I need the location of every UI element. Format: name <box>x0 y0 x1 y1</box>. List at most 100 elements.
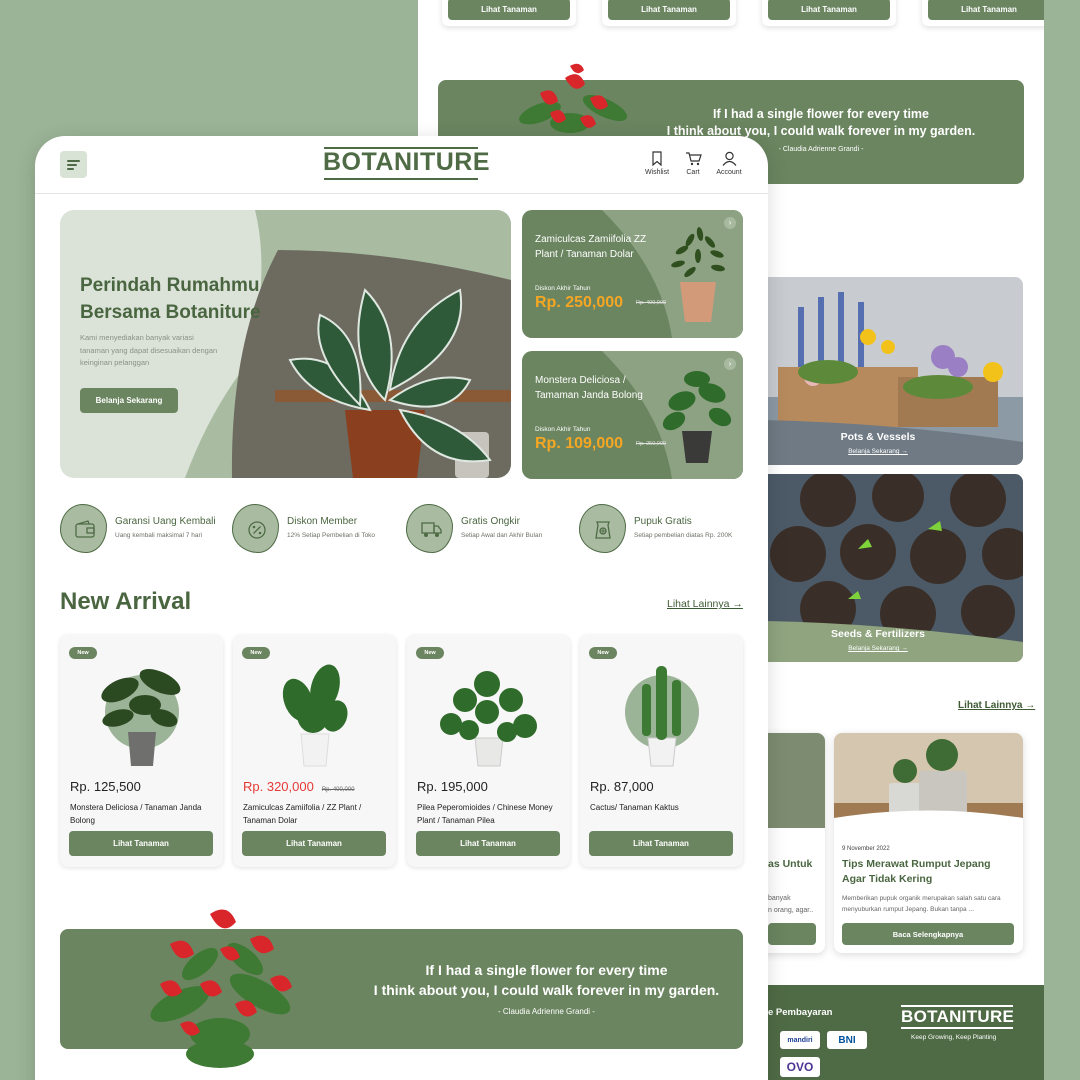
promo-old-price: Rp. 400,000 <box>636 300 666 306</box>
product-price: Rp. 195,000 <box>417 779 488 794</box>
promo-title: Zamiculcas Zamiifolia ZZ Plant / Tanaman… <box>535 234 647 260</box>
price-value: Rp. 87,000 <box>590 779 654 794</box>
price-value: Rp. 125,500 <box>70 779 141 794</box>
product-card[interactable]: New Rp. 195,000 Pilea Peperomioides / Ch… <box>407 635 570 867</box>
feature-free-fertilizer: Pupuk Gratis Setiap pembelian diatas Rp.… <box>579 504 744 554</box>
view-plant-button[interactable]: Lihat Tanaman <box>448 0 570 20</box>
section-title: New Arrival <box>60 588 192 615</box>
feature-badge <box>60 504 107 553</box>
blog-title: Tips Merawat Rumput Jepang Agar Tidak Ke… <box>842 858 991 885</box>
view-plant-button[interactable]: Lihat Tanaman <box>242 831 386 856</box>
shop-now-link[interactable]: Belanja Sekarang → <box>758 448 998 455</box>
view-plant-button[interactable]: Lihat Tanaman <box>768 0 890 20</box>
main-page: BOTANITURE Wishlist Cart Account Perinda… <box>35 136 768 1080</box>
product-card[interactable]: New Rp. 320,000 Rp. 400,000 Zamiculcas Za… <box>233 635 396 867</box>
back-product-card: Lihat Tanaman <box>602 0 736 26</box>
shop-now-button[interactable]: Belanja Sekarang <box>80 388 178 413</box>
new-badge: New <box>242 647 270 659</box>
view-plant-button[interactable]: Lihat Tanaman <box>608 0 730 20</box>
monstera-plant-image <box>101 669 181 766</box>
navbar: BOTANITURE Wishlist Cart Account <box>35 136 768 194</box>
logo-line <box>324 178 478 180</box>
feature-free-shipping: Gratis Ongkir Setiap Awal dan Akhir Bula… <box>406 504 571 554</box>
cart-button[interactable]: Cart <box>673 151 713 176</box>
footer-brand-line <box>901 1005 1013 1007</box>
footer-brand: BOTANITURE <box>901 1007 1015 1026</box>
view-plant-button[interactable]: Lihat Tanaman <box>69 831 213 856</box>
promo-card-monstera[interactable]: › Monstera Deliciosa / Tamaman Janda Bol… <box>522 351 743 479</box>
see-more-link[interactable]: Lihat Lainnya → <box>958 700 1035 711</box>
feature-title: Garansi Uang Kembali <box>115 516 216 527</box>
category-label: Pots & Vessels <box>840 431 916 443</box>
fertilizer-icon <box>595 521 611 539</box>
pilea-plant-image <box>440 671 537 767</box>
zz-plant-image <box>282 664 348 767</box>
product-price: Rp. 125,500 <box>70 779 141 794</box>
truck-icon <box>421 522 442 537</box>
view-plant-button[interactable]: Lihat Tanaman <box>416 831 560 856</box>
feature-subtitle: 12% Setiap Pembelian di Toko <box>287 532 376 539</box>
quote-line: If I had a single flower for every time <box>712 107 930 121</box>
product-name: Pilea Peperomioides / Chinese Money Plan… <box>417 803 553 825</box>
product-card[interactable]: New Rp. 125,500 Monstera Deliciosa / Tan… <box>60 635 223 867</box>
cart-label: Cart <box>686 169 700 176</box>
discount-icon <box>248 521 266 539</box>
blog-desc-line: banyak <box>768 895 791 902</box>
hero-title: Perindah Rumahmu Bersama Botaniture <box>80 272 261 326</box>
read-more-button[interactable] <box>768 923 816 945</box>
read-more-button[interactable]: Baca Selengkapnya <box>842 923 1014 945</box>
promo-subtitle: Diskon Akhir Tahun <box>535 426 591 433</box>
shop-now-link[interactable]: Belanja Sekarang → <box>758 645 998 652</box>
bookmark-icon <box>652 151 662 166</box>
ovo-logo: OVO <box>780 1057 820 1077</box>
feature-subtitle: Setiap pembelian diatas Rp. 200K <box>634 532 733 539</box>
arrow-right-icon[interactable]: › <box>724 217 736 229</box>
view-plant-button[interactable]: Lihat Tanaman <box>589 831 733 856</box>
hero-banner: Perindah Rumahmu Bersama Botaniture Kami… <box>60 210 511 478</box>
feature-subtitle: Setiap Awal dan Akhir Bulan <box>461 532 543 539</box>
back-product-card: Lihat Tanaman <box>762 0 896 26</box>
cart-icon <box>685 152 702 166</box>
blog-card[interactable]: 9 November 2022 Tips Merawat Rumput Jepa… <box>834 733 1023 953</box>
blog-desc: Memberikan pupuk organik merupakan salah… <box>842 895 1001 913</box>
hero-description: Kami menyediakan banyak variasi tanaman … <box>80 333 218 367</box>
menu-line <box>67 164 77 166</box>
bni-logo: BNI <box>827 1031 867 1049</box>
product-name: Cactus/ Tanaman Kaktus <box>590 803 679 812</box>
feature-subtitle: Uang kembali maksimal 7 hari <box>115 532 203 539</box>
promo-old-price: Rp. 250,000 <box>636 441 666 447</box>
promo-price: Rp. 109,000 <box>535 435 624 452</box>
product-name: Monstera Deliciosa / Tanaman Janda Bolon… <box>70 803 202 825</box>
arrow-right-icon[interactable]: › <box>724 358 736 370</box>
feature-badge <box>232 504 279 553</box>
user-icon <box>722 151 736 166</box>
feature-title: Gratis Ongkir <box>461 516 520 527</box>
brand-logo[interactable]: BOTANITURE <box>323 148 490 177</box>
promo-price: Rp. 250,000 <box>535 294 624 311</box>
new-badge: New <box>69 647 97 659</box>
feature-badge <box>579 504 626 553</box>
view-plant-button[interactable]: Lihat Tanaman <box>928 0 1044 20</box>
account-label: Account <box>716 169 742 176</box>
promo-card-zz-plant[interactable]: › Zamiculcas Zamiifolia ZZ Plant / Tanam… <box>522 210 743 338</box>
menu-line <box>67 168 74 170</box>
back-product-card: Lihat Tanaman <box>922 0 1044 26</box>
hero-title-line: Bersama Botaniture <box>80 302 261 323</box>
feature-money-back: Garansi Uang Kembali Uang kembali maksim… <box>60 504 225 554</box>
account-button[interactable]: Account <box>709 151 749 176</box>
menu-button[interactable] <box>60 151 87 178</box>
back-product-card: Lihat Tanaman <box>442 0 576 26</box>
see-more-link[interactable]: Lihat Lainnya → <box>667 598 743 610</box>
promo-subtitle: Diskon Akhir Tahun <box>535 285 591 292</box>
footer-brand-line <box>901 1027 1013 1029</box>
footer-tagline: Keep Growing, Keep Planting <box>911 1034 997 1041</box>
product-name: Zamiculcas Zamiifolia / ZZ Plant / Tanam… <box>243 803 362 825</box>
blog-date: 9 November 2022 <box>842 846 890 852</box>
blog-desc-line: n orang, agar.. <box>768 907 814 914</box>
sale-price: Rp. 320,000 <box>243 779 314 794</box>
zz-plant-image <box>602 210 743 338</box>
old-price: Rp. 400,000 <box>321 787 355 793</box>
product-card[interactable]: New Rp. 87,000 Cactus/ Tanaman Kaktus Li… <box>580 635 743 867</box>
wishlist-button[interactable]: Wishlist <box>637 151 677 176</box>
blog-desc: banyak n orang, agar.. <box>768 893 813 917</box>
